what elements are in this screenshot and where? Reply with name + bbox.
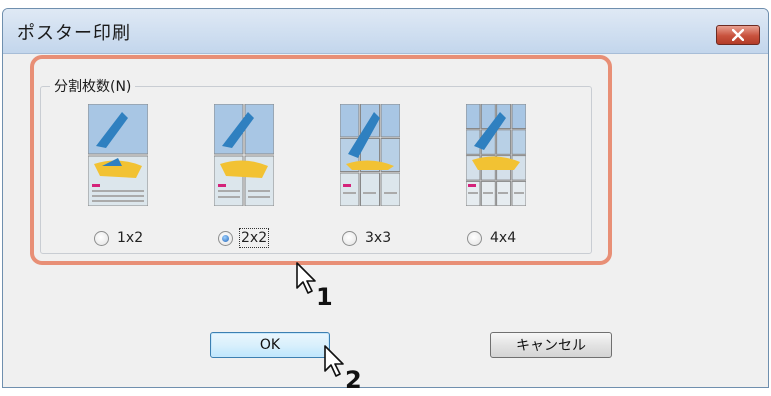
split-count-label: 分割枚数(N) [50,76,136,96]
dialog-title: ポスター印刷 [17,23,131,44]
title-bar: ポスター印刷 [3,9,768,54]
radio-button[interactable] [94,230,109,246]
mouse-cursor-icon [324,345,344,377]
close-button[interactable] [716,25,760,45]
radio-option-2x2[interactable]: 2x2 [218,228,270,248]
preview-4x4-image [466,104,526,206]
radio-button[interactable] [342,230,357,246]
preview-3x3-image [340,104,400,206]
cancel-button[interactable]: キャンセル [490,332,612,358]
ok-button[interactable]: OK [210,332,330,358]
preview-1x2-image [88,104,148,206]
radio-option-3x3[interactable]: 3x3 [342,228,391,248]
radio-option-4x4[interactable]: 4x4 [467,228,516,248]
radio-label-1x2: 1x2 [117,230,144,246]
radio-option-1x2[interactable]: 1x2 [94,228,143,248]
close-icon [732,29,744,41]
step-number-2: 2 [345,366,362,394]
radio-label-2x2: 2x2 [238,228,270,248]
step-number-1: 1 [316,283,333,311]
split-count-label-text: 分割枚数(N) [54,79,132,95]
mouse-cursor-icon [296,262,316,294]
radio-label-3x3: 3x3 [365,230,392,246]
radio-label-4x4: 4x4 [490,230,517,246]
radio-button-selected[interactable] [218,230,233,246]
radio-button[interactable] [467,230,482,246]
preview-2x2-image [214,104,274,206]
